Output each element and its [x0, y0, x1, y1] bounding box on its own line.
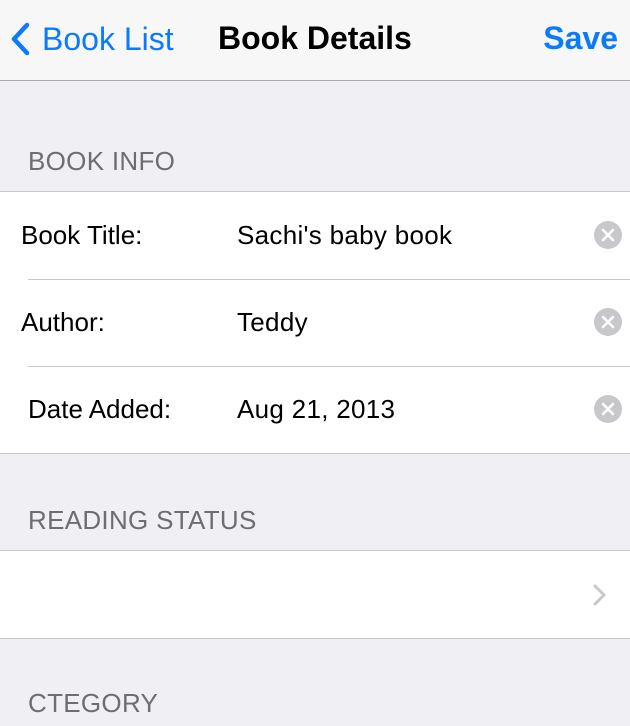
author-field[interactable]: Teddy [237, 306, 308, 338]
reading-status-row[interactable] [0, 551, 630, 638]
chevron-right-icon [592, 583, 608, 607]
save-button[interactable]: Save [543, 20, 618, 56]
date-added-field[interactable]: Aug 21, 2013 [237, 393, 395, 425]
clear-icon[interactable] [594, 221, 622, 249]
date-added-label: Date Added: [28, 394, 172, 424]
section-header-book-info: BOOK INFO [28, 146, 176, 176]
book-title-row: Book Title: Sachi's baby book [0, 192, 630, 279]
book-title-field[interactable]: Sachi's baby book [237, 219, 452, 251]
clear-icon[interactable] [594, 395, 622, 423]
author-row: Author: Teddy [0, 279, 630, 366]
chevron-left-icon [10, 22, 30, 56]
clear-icon[interactable] [594, 308, 622, 336]
page-title: Book Details [218, 20, 412, 56]
book-title-label: Book Title: [21, 220, 143, 250]
book-info-group: Book Title: Sachi's baby book Author: Te… [0, 191, 630, 454]
navigation-bar: Book List Book Details Save [0, 0, 630, 81]
author-label: Author: [21, 307, 105, 337]
section-header-category: CTEGORY [28, 688, 159, 718]
section-header-reading-status: READING STATUS [28, 505, 257, 535]
back-button-label: Book List [42, 21, 174, 57]
reading-status-group [0, 550, 630, 639]
date-added-row: Date Added: Aug 21, 2013 [0, 366, 630, 453]
back-button[interactable]: Book List [10, 14, 174, 64]
